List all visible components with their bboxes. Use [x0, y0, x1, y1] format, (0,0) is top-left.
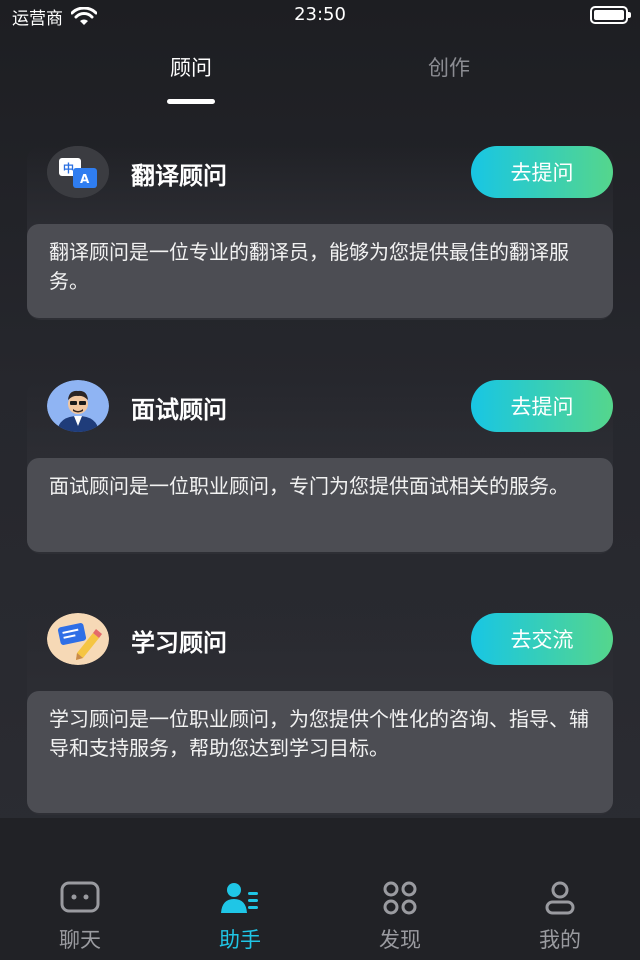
chat-button[interactable]: 去交流 [471, 613, 613, 665]
tab-create[interactable]: 创作 [389, 52, 509, 82]
card-header: 面试顾问 去提问 [27, 380, 613, 456]
chat-icon [60, 881, 100, 913]
nav-label: 我的 [539, 928, 581, 952]
card-title: 翻译顾问 [131, 162, 227, 190]
discover-icon [383, 881, 417, 915]
tab-indicator [167, 99, 215, 104]
advisor-card-translate: 中 A 翻译顾问 去提问 翻译顾问是一位专业的翻译员，能够为您提供最佳的翻译服务… [27, 146, 613, 320]
card-description: 学习顾问是一位职业顾问，为您提供个性化的咨询、指导、辅导和支持服务，帮助您达到学… [27, 691, 613, 813]
card-description: 面试顾问是一位职业顾问，专门为您提供面试相关的服务。 [27, 458, 613, 552]
study-notes-icon [47, 613, 109, 665]
status-time: 23:50 [294, 4, 346, 25]
card-header: 学习顾问 去交流 [27, 613, 613, 689]
interviewer-avatar-icon [47, 380, 109, 432]
svg-text:中: 中 [63, 161, 74, 175]
app-screen: 运营商 23:50 顾问 创作 中 A 翻译顾问 去提问 翻译顾问是一位专业的翻… [0, 0, 640, 960]
battery-icon [590, 6, 631, 24]
nav-label: 发现 [379, 928, 421, 952]
status-bar: 运营商 23:50 [0, 0, 640, 30]
tab-advisor[interactable]: 顾问 [131, 52, 251, 82]
nav-item-discover[interactable]: 发现 [320, 818, 480, 960]
ask-button[interactable]: 去提问 [471, 380, 613, 432]
battery-fill [594, 10, 624, 20]
nav-item-chat[interactable]: 聊天 [0, 818, 160, 960]
assistant-icon [221, 883, 258, 913]
nav-item-assistant[interactable]: 助手 [160, 818, 320, 960]
svg-text:A: A [80, 172, 90, 186]
advisor-card-interview: 面试顾问 去提问 面试顾问是一位职业顾问，专门为您提供面试相关的服务。 [27, 380, 613, 554]
ask-button[interactable]: 去提问 [471, 146, 613, 198]
top-tabs: 顾问 创作 [0, 52, 640, 106]
bottom-nav: 聊天 助手 发现 我的 [0, 818, 640, 960]
profile-icon [545, 881, 575, 915]
translate-icon: 中 A [47, 146, 109, 198]
card-header: 中 A 翻译顾问 去提问 [27, 146, 613, 222]
card-title: 面试顾问 [131, 396, 227, 424]
nav-item-profile[interactable]: 我的 [480, 818, 640, 960]
card-description: 翻译顾问是一位专业的翻译员，能够为您提供最佳的翻译服务。 [27, 224, 613, 318]
nav-label: 助手 [219, 928, 261, 952]
card-title: 学习顾问 [131, 629, 227, 657]
advisor-card-study: 学习顾问 去交流 学习顾问是一位职业顾问，为您提供个性化的咨询、指导、辅导和支持… [27, 613, 613, 815]
nav-label: 聊天 [59, 928, 101, 952]
